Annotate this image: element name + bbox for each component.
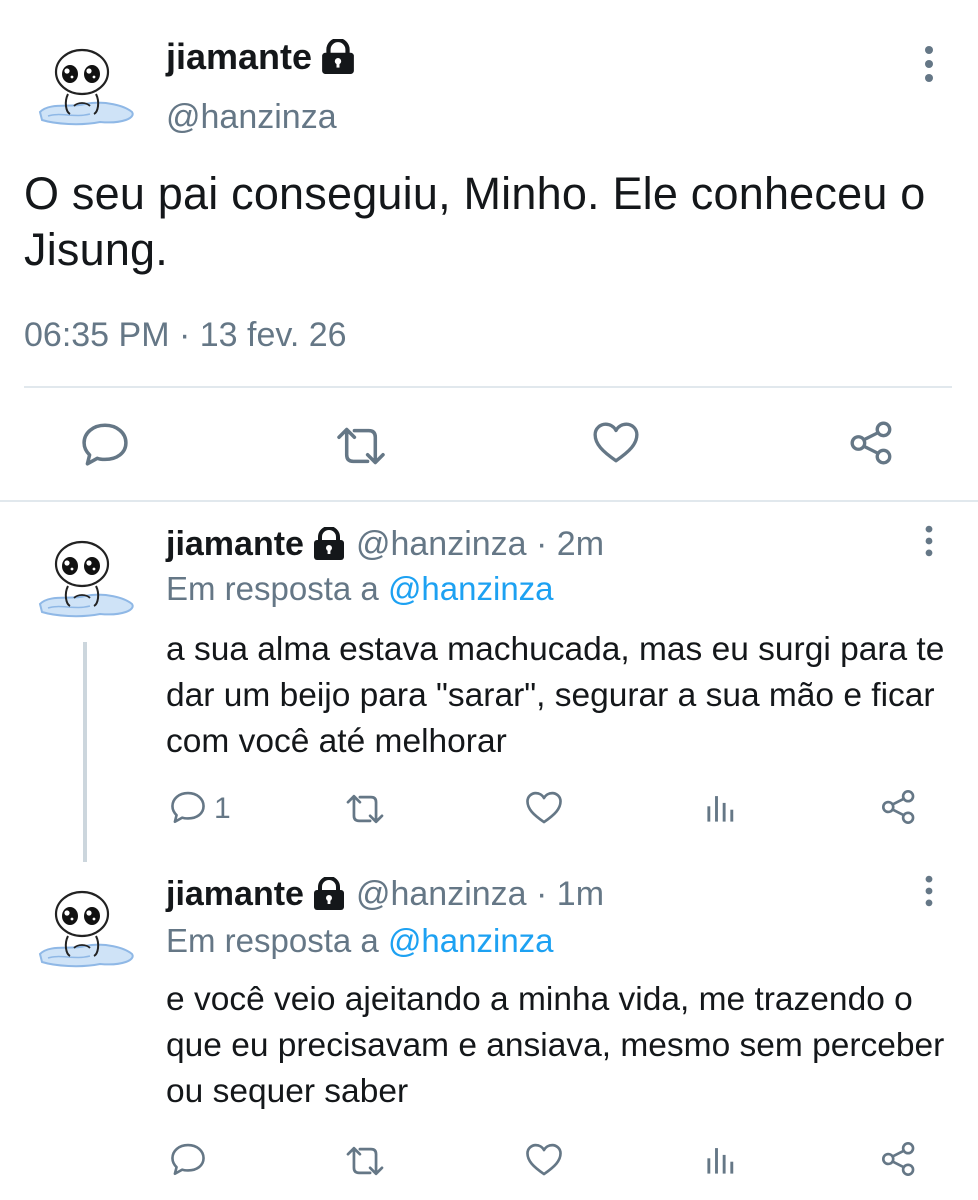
reply-context: Em resposta a @hanzinza — [166, 920, 554, 962]
heart-icon[interactable] — [525, 1143, 563, 1177]
reply-header[interactable]: jiamante @hanzinza · 1m — [166, 873, 604, 915]
reply-to-label: Em resposta a — [166, 922, 379, 959]
retweet-icon[interactable] — [344, 1144, 386, 1178]
handle-time[interactable]: @hanzinza · 2m — [356, 523, 604, 565]
author-handle[interactable]: @hanzinza — [166, 96, 337, 138]
share-icon[interactable] — [880, 1140, 918, 1178]
avatar[interactable] — [30, 534, 140, 622]
author-name[interactable]: jiamante — [166, 36, 356, 78]
avatar[interactable] — [30, 42, 140, 130]
reply-to-label: Em resposta a — [166, 570, 379, 607]
reply-text: e você veio ajeitando a minha vida, me t… — [166, 981, 945, 1110]
handle-time[interactable]: @hanzinza · 1m — [356, 873, 604, 915]
lock-icon — [312, 877, 346, 911]
retweet-icon[interactable] — [334, 424, 388, 468]
share-icon[interactable] — [880, 788, 918, 826]
reply-to-mention[interactable]: @hanzinza — [388, 922, 554, 959]
comment-icon[interactable] — [170, 1142, 206, 1176]
reply-to-mention[interactable]: @hanzinza — [388, 570, 554, 607]
heart-icon[interactable] — [592, 422, 640, 464]
share-icon[interactable] — [848, 420, 896, 466]
tweet-text: O seu pai conseguiu, Minho. Ele conheceu… — [24, 168, 926, 275]
reply-header[interactable]: jiamante @hanzinza · 2m — [166, 523, 604, 565]
more-options-icon[interactable] — [922, 524, 936, 558]
section-divider — [0, 500, 978, 502]
reply-context: Em resposta a @hanzinza — [166, 568, 554, 610]
comment-icon[interactable] — [80, 422, 130, 466]
lock-icon — [320, 39, 356, 75]
thread-line — [83, 642, 87, 862]
divider — [24, 386, 952, 388]
reply-count: 1 — [214, 792, 231, 825]
lock-icon — [312, 527, 346, 561]
display-name[interactable]: jiamante — [166, 523, 304, 565]
stats-icon[interactable] — [704, 1143, 738, 1177]
comment-icon[interactable] — [170, 790, 206, 824]
display-name[interactable]: jiamante — [166, 36, 312, 78]
stats-icon[interactable] — [704, 791, 738, 825]
tweet-timestamp[interactable]: 06:35 PM · 13 fev. 26 — [24, 314, 347, 356]
more-options-icon[interactable] — [922, 44, 936, 84]
retweet-icon[interactable] — [344, 792, 386, 826]
more-options-icon[interactable] — [922, 874, 936, 908]
reply-text: a sua alma estava machucada, mas eu surg… — [166, 631, 945, 760]
display-name[interactable]: jiamante — [166, 873, 304, 915]
heart-icon[interactable] — [525, 791, 563, 825]
avatar[interactable] — [30, 884, 140, 972]
